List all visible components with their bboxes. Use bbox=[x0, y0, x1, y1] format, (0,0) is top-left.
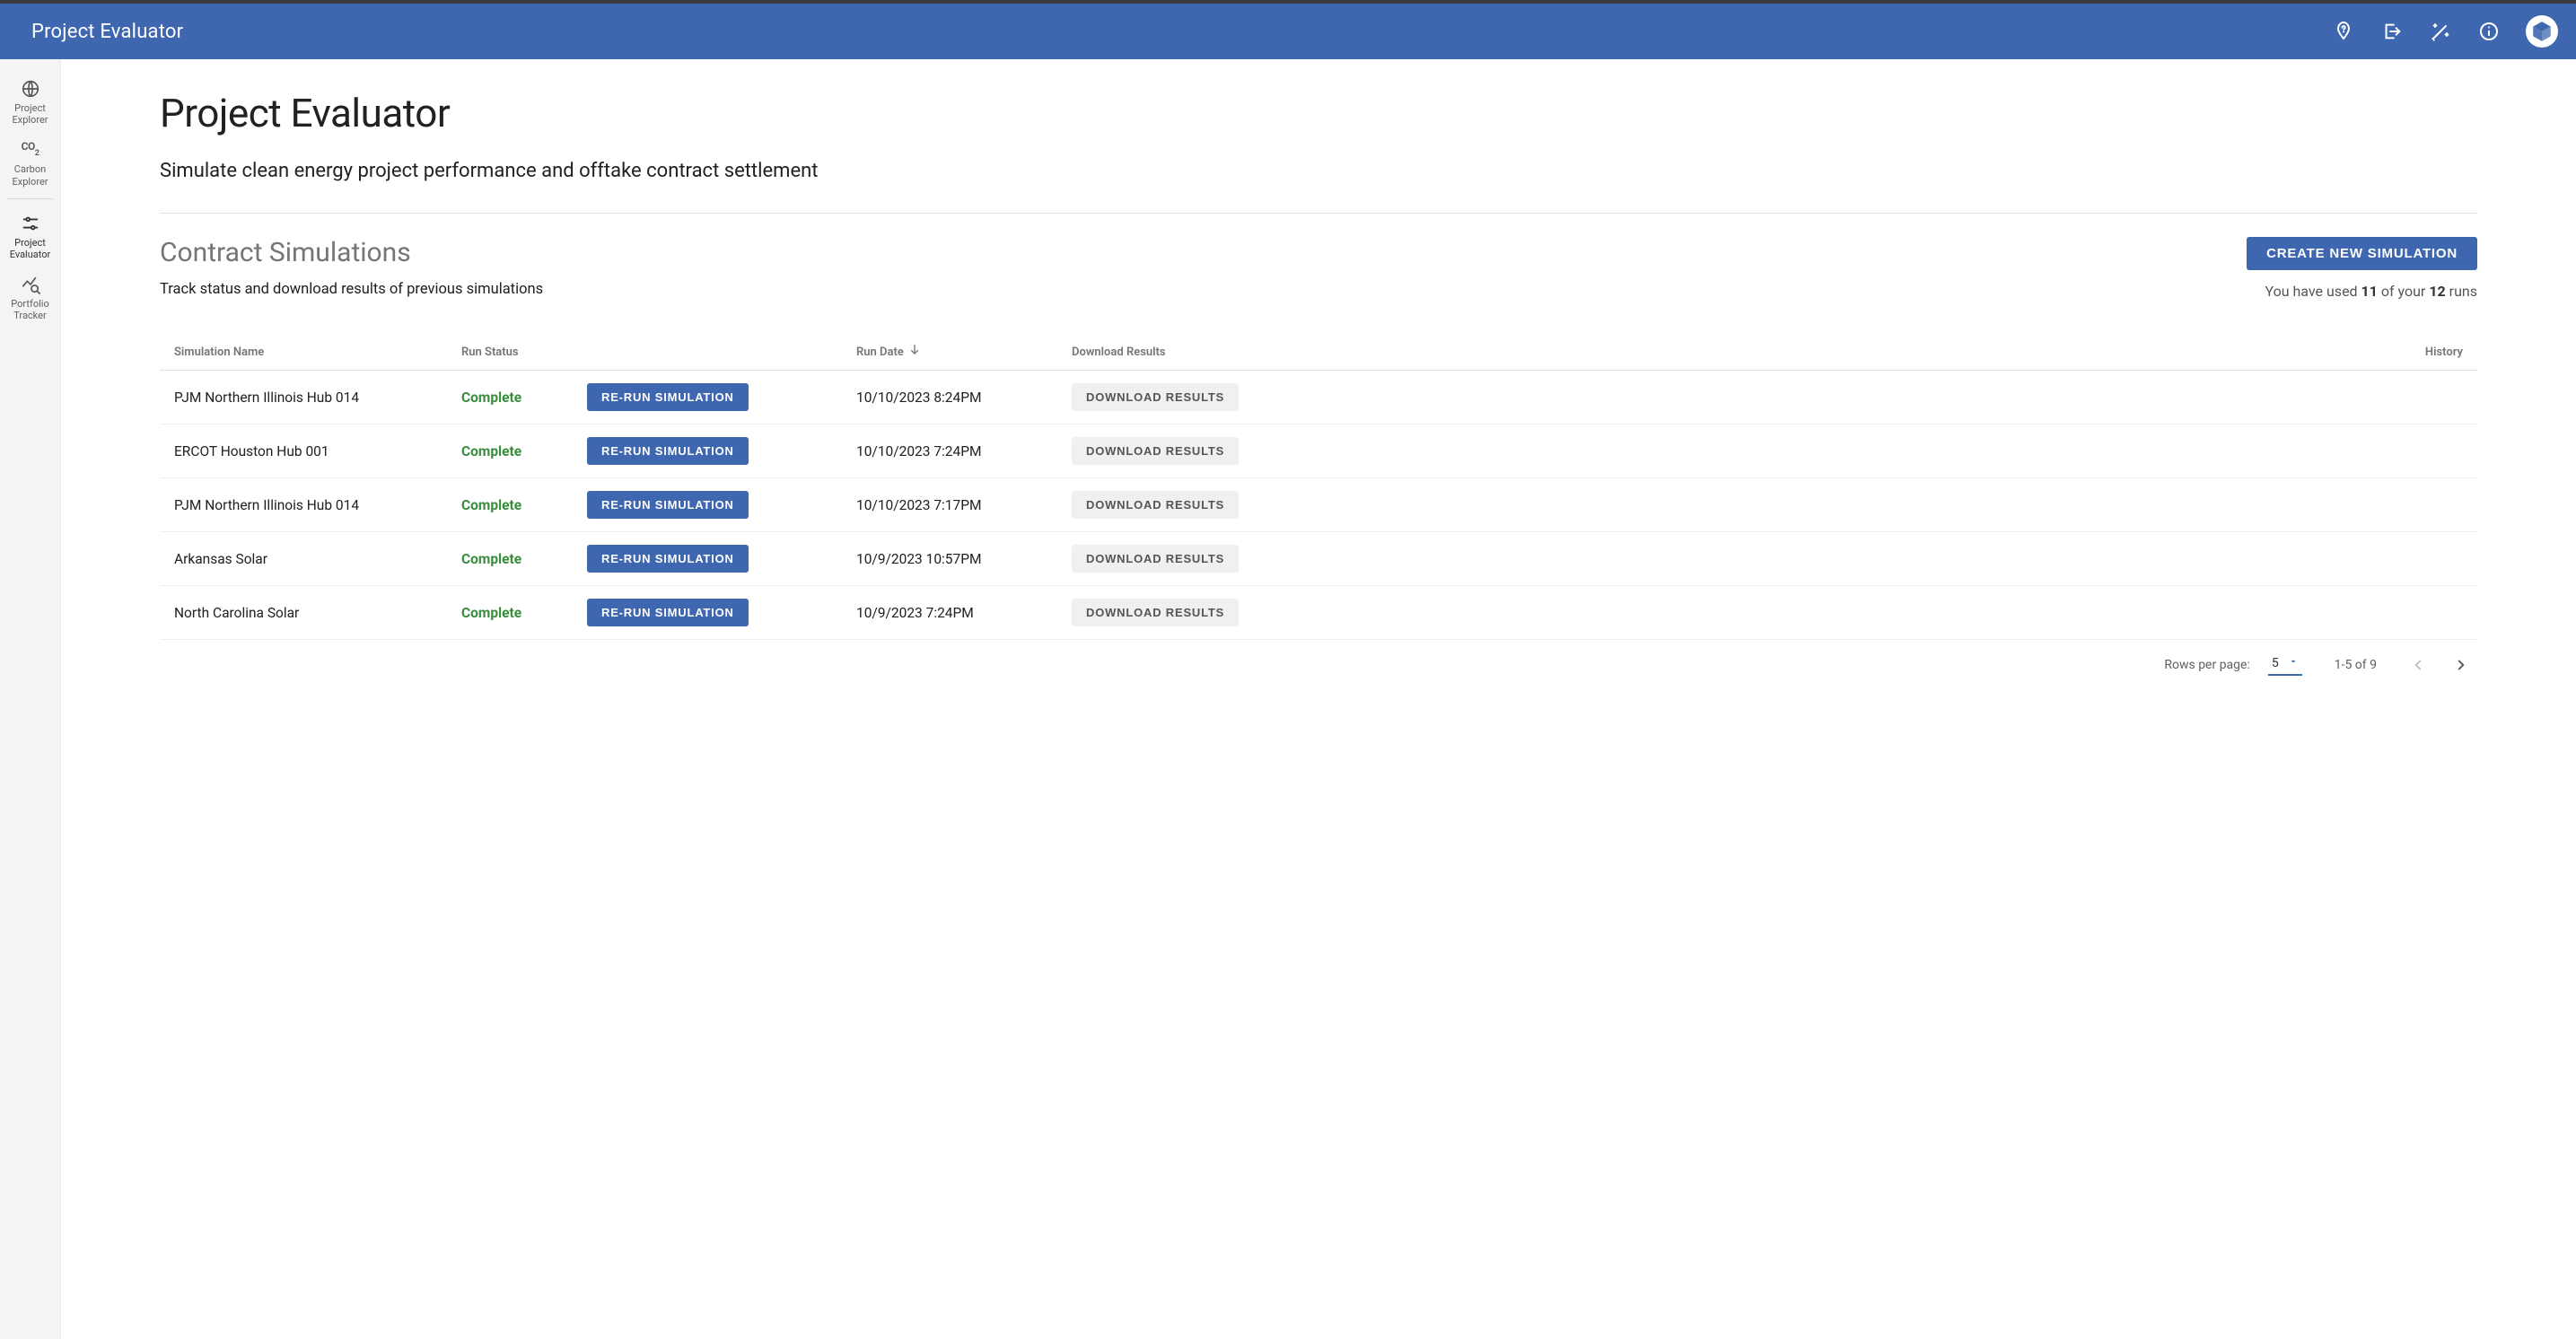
runs-info-mid: of your bbox=[2378, 283, 2429, 300]
cell-sim-name: Arkansas Solar bbox=[160, 532, 447, 586]
rows-per-page-label: Rows per page: bbox=[2164, 658, 2249, 672]
cell-history bbox=[2117, 371, 2477, 424]
sidebar-item-label: Project Evaluator bbox=[2, 237, 58, 260]
sidebar-item-label: Carbon Explorer bbox=[2, 163, 58, 187]
download-results-button[interactable]: DOWNLOAD RESULTS bbox=[1072, 545, 1239, 573]
col-actions bbox=[573, 334, 842, 371]
rows-per-page-value: 5 bbox=[2272, 656, 2279, 670]
cell-sim-name: PJM Northern Illinois Hub 014 bbox=[160, 371, 447, 424]
pagination: Rows per page: 5 1-5 of 9 bbox=[160, 640, 2477, 676]
analytics-search-icon bbox=[21, 275, 40, 294]
cell-download: DOWNLOAD RESULTS bbox=[1057, 478, 2117, 532]
next-page-button[interactable] bbox=[2452, 656, 2470, 674]
co2-icon: CO2 bbox=[21, 140, 40, 160]
sidebar-item-carbon-explorer[interactable]: CO2 Carbon Explorer bbox=[0, 131, 60, 192]
cell-sim-name: North Carolina Solar bbox=[160, 586, 447, 640]
page-title: Project Evaluator bbox=[160, 90, 2477, 136]
runs-used: 11 bbox=[2361, 283, 2378, 300]
caret-down-icon bbox=[2288, 656, 2299, 670]
magic-wand-icon[interactable] bbox=[2429, 20, 2452, 43]
download-results-button[interactable]: DOWNLOAD RESULTS bbox=[1072, 437, 1239, 465]
main-content: Project Evaluator Simulate clean energy … bbox=[61, 59, 2576, 1339]
runs-info-suffix: runs bbox=[2446, 283, 2477, 300]
sidebar-item-project-evaluator[interactable]: Project Evaluator bbox=[0, 205, 60, 266]
cell-rerun: RE-RUN SIMULATION bbox=[573, 478, 842, 532]
page-subtitle: Simulate clean energy project performanc… bbox=[160, 160, 2477, 182]
download-results-button[interactable]: DOWNLOAD RESULTS bbox=[1072, 491, 1239, 519]
sidebar-separator bbox=[7, 198, 53, 199]
arrow-down-icon bbox=[907, 343, 922, 361]
cell-history bbox=[2117, 532, 2477, 586]
logout-icon[interactable] bbox=[2380, 20, 2404, 43]
cell-sim-name: ERCOT Houston Hub 001 bbox=[160, 424, 447, 478]
globe-icon bbox=[21, 79, 40, 99]
cell-download: DOWNLOAD RESULTS bbox=[1057, 371, 2117, 424]
divider bbox=[160, 213, 2477, 214]
simulations-table: Simulation Name Run Status Run Date Do bbox=[160, 334, 2477, 640]
table-row: Arkansas SolarComplete RE-RUN SIMULATION 1… bbox=[160, 532, 2477, 586]
col-date-label: Run Date bbox=[856, 346, 904, 359]
cell-rerun: RE-RUN SIMULATION bbox=[573, 371, 842, 424]
cell-status: Complete bbox=[447, 371, 573, 424]
cell-download: DOWNLOAD RESULTS bbox=[1057, 424, 2117, 478]
info-icon[interactable] bbox=[2477, 20, 2501, 43]
rerun-button[interactable]: RE-RUN SIMULATION bbox=[587, 383, 749, 411]
cell-date: 10/9/2023 7:24PM bbox=[842, 586, 1057, 640]
cell-history bbox=[2117, 478, 2477, 532]
runs-total: 12 bbox=[2429, 283, 2445, 300]
sidebar-item-project-explorer[interactable]: Project Explorer bbox=[0, 70, 60, 131]
cell-status: Complete bbox=[447, 478, 573, 532]
sidebar-item-label: Project Explorer bbox=[2, 102, 58, 126]
download-results-button[interactable]: DOWNLOAD RESULTS bbox=[1072, 599, 1239, 626]
cell-date: 10/10/2023 8:24PM bbox=[842, 371, 1057, 424]
col-status[interactable]: Run Status bbox=[447, 334, 573, 371]
brand-logo[interactable] bbox=[2526, 15, 2558, 48]
rows-per-page-select[interactable]: 5 bbox=[2268, 654, 2302, 676]
download-results-button[interactable]: DOWNLOAD RESULTS bbox=[1072, 383, 1239, 411]
cell-rerun: RE-RUN SIMULATION bbox=[573, 424, 842, 478]
cell-download: DOWNLOAD RESULTS bbox=[1057, 586, 2117, 640]
app-title: Project Evaluator bbox=[31, 21, 183, 43]
rerun-button[interactable]: RE-RUN SIMULATION bbox=[587, 599, 749, 626]
cell-date: 10/10/2023 7:24PM bbox=[842, 424, 1057, 478]
runs-info: You have used 11 of your 12 runs bbox=[2247, 283, 2477, 300]
table-row: PJM Northern Illinois Hub 014Complete RE-… bbox=[160, 371, 2477, 424]
header-actions bbox=[2332, 15, 2558, 48]
prev-page-button[interactable] bbox=[2409, 656, 2427, 674]
pagination-range: 1-5 of 9 bbox=[2335, 658, 2377, 672]
cell-download: DOWNLOAD RESULTS bbox=[1057, 532, 2117, 586]
cell-rerun: RE-RUN SIMULATION bbox=[573, 532, 842, 586]
help-pin-icon[interactable] bbox=[2332, 20, 2355, 43]
section-subtitle: Track status and download results of pre… bbox=[160, 281, 543, 298]
cell-date: 10/10/2023 7:17PM bbox=[842, 478, 1057, 532]
table-row: North Carolina SolarComplete RE-RUN SIMUL… bbox=[160, 586, 2477, 640]
cell-status: Complete bbox=[447, 586, 573, 640]
runs-info-prefix: You have used bbox=[2265, 283, 2361, 300]
sidebar-item-label: Portfolio Tracker bbox=[2, 298, 58, 321]
cell-rerun: RE-RUN SIMULATION bbox=[573, 586, 842, 640]
section-title: Contract Simulations bbox=[160, 237, 543, 268]
table-row: PJM Northern Illinois Hub 014Complete RE-… bbox=[160, 478, 2477, 532]
col-history[interactable]: History bbox=[2117, 334, 2477, 371]
col-date[interactable]: Run Date bbox=[842, 334, 1057, 371]
sidebar: Project Explorer CO2 Carbon Explorer Pro… bbox=[0, 59, 61, 1339]
sliders-icon bbox=[21, 214, 40, 233]
rerun-button[interactable]: RE-RUN SIMULATION bbox=[587, 545, 749, 573]
col-name[interactable]: Simulation Name bbox=[160, 334, 447, 371]
cell-status: Complete bbox=[447, 532, 573, 586]
cell-sim-name: PJM Northern Illinois Hub 014 bbox=[160, 478, 447, 532]
col-download[interactable]: Download Results bbox=[1057, 334, 2117, 371]
rerun-button[interactable]: RE-RUN SIMULATION bbox=[587, 491, 749, 519]
cell-history bbox=[2117, 586, 2477, 640]
cell-status: Complete bbox=[447, 424, 573, 478]
cell-history bbox=[2117, 424, 2477, 478]
create-simulation-button[interactable]: CREATE NEW SIMULATION bbox=[2247, 237, 2477, 270]
rerun-button[interactable]: RE-RUN SIMULATION bbox=[587, 437, 749, 465]
sidebar-item-portfolio-tracker[interactable]: Portfolio Tracker bbox=[0, 266, 60, 327]
app-header: Project Evaluator bbox=[0, 4, 2576, 59]
cell-date: 10/9/2023 10:57PM bbox=[842, 532, 1057, 586]
table-row: ERCOT Houston Hub 001Complete RE-RUN SIMU… bbox=[160, 424, 2477, 478]
